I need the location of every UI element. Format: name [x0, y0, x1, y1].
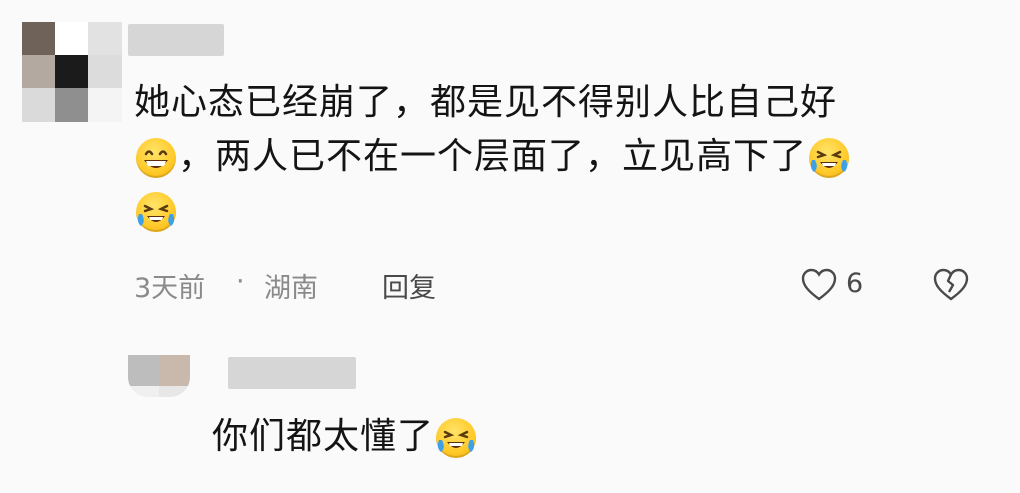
comment-location: 湖南 [264, 273, 318, 304]
comment-line-3 [134, 184, 994, 238]
reply-avatar[interactable] [128, 355, 190, 397]
comment-line-2-text: ，两人已不在一个层面了，立见高下了 [178, 136, 808, 177]
reply-text: 你们都太懂了 [212, 416, 435, 457]
meta-separator: · [236, 266, 245, 297]
reply-username[interactable] [228, 357, 356, 389]
username[interactable] [128, 24, 224, 56]
like-count: 6 [846, 268, 864, 299]
comment-time: 3天前 [134, 273, 206, 304]
comment-body: 她心态已经崩了，都是见不得别人比自己好 ，两人已不在一个层面了，立见高下了 [134, 76, 994, 238]
rofl-emoji [436, 418, 477, 458]
rofl-emoji [809, 138, 850, 178]
rofl-emoji [136, 192, 176, 232]
broken-heart-icon[interactable] [932, 266, 970, 304]
avatar[interactable] [22, 22, 122, 122]
comment-line-2: ，两人已不在一个层面了，立见高下了 [134, 130, 994, 184]
grin-emoji [136, 138, 176, 178]
heart-icon[interactable] [800, 266, 838, 304]
reply-body: 你们都太懂了 [212, 410, 478, 464]
reply-button[interactable]: 回复 [382, 266, 436, 305]
comment-line-1: 她心态已经崩了，都是见不得别人比自己好 [134, 82, 838, 123]
